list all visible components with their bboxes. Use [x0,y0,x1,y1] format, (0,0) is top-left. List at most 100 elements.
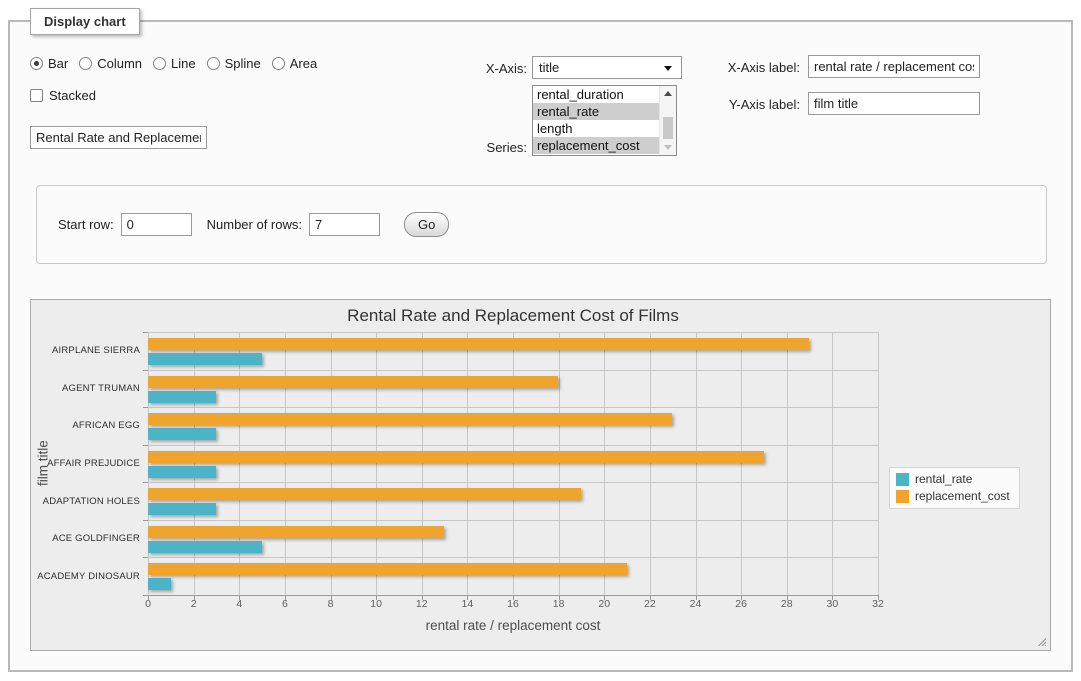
legend-swatch-replacement-cost [896,490,909,503]
bar-rental_rate[interactable] [148,541,262,553]
x-axis-select[interactable]: title [532,56,682,79]
x-tick-label: 6 [268,598,302,610]
y-tick-mark [143,520,148,521]
bar-rental_rate[interactable] [148,503,216,515]
radio-icon[interactable] [30,57,43,70]
bar-rental_rate[interactable] [148,428,216,440]
radio-icon[interactable] [79,57,92,70]
x-axis-selected-value: title [539,60,559,75]
x-tick-label: 24 [679,598,713,610]
plot-area [148,332,878,595]
stacked-checkbox-row[interactable]: Stacked [30,88,96,103]
radio-label: Column [97,56,142,71]
number-of-rows-input[interactable] [309,213,380,236]
bar-replacement_cost[interactable] [148,413,672,425]
x-tick-label: 12 [405,598,439,610]
category-label: ACE GOLDFINGER [31,520,140,558]
x-axis-title: rental rate / replacement cost [148,618,878,633]
scrollbar[interactable] [659,86,676,155]
bar-rental_rate[interactable] [148,466,216,478]
gridline [878,332,879,595]
chart-type-radio-spline[interactable]: Spline [207,56,261,71]
category-row [148,445,878,483]
x-tick-label: 14 [450,598,484,610]
bar-replacement_cost[interactable] [148,451,764,463]
x-tick-label: 20 [587,598,621,610]
y-axis-label-label: Y-Axis label: [690,97,800,112]
radio-icon[interactable] [207,57,220,70]
series-listbox[interactable]: rental_durationrental_ratelengthreplacem… [532,85,677,156]
page: Display chart BarColumnLineSplineArea St… [0,0,1081,681]
bar-rental_rate[interactable] [148,578,171,590]
category-row [148,520,878,558]
x-tick-label: 28 [770,598,804,610]
x-tick-label: 16 [496,598,530,610]
series-option-replacement_cost[interactable]: replacement_cost [533,137,659,154]
stacked-checkbox[interactable] [30,89,43,102]
start-row-input[interactable] [121,213,192,236]
y-axis-label-input[interactable] [808,92,980,115]
go-button[interactable]: Go [404,212,449,237]
chart-legend: rental_rate replacement_cost [889,467,1020,509]
x-tick-label: 4 [222,598,256,610]
legend-item-replacement-cost[interactable]: replacement_cost [896,489,1010,503]
x-tick-label: 2 [177,598,211,610]
category-row [148,332,878,370]
y-tick-mark [143,445,148,446]
radio-icon[interactable] [153,57,166,70]
chart-type-radio-column[interactable]: Column [79,56,142,71]
legend-label: rental_rate [915,472,972,486]
y-tick-mark [143,370,148,371]
category-label: ACADEMY DINOSAUR [31,557,140,595]
radio-icon[interactable] [272,57,285,70]
chevron-down-icon [664,66,672,71]
x-tick-label: 10 [359,598,393,610]
bar-rental_rate[interactable] [148,353,262,365]
radio-label: Area [290,56,317,71]
x-tick-label: 26 [724,598,758,610]
category-label: AIRPLANE SIERRA [31,332,140,370]
bar-replacement_cost[interactable] [148,376,558,388]
y-tick-mark [143,482,148,483]
resize-grip[interactable] [1035,635,1046,646]
scroll-down-icon[interactable] [660,140,676,155]
series-options: rental_durationrental_ratelengthreplacem… [533,86,659,155]
chart-type-radio-bar[interactable]: Bar [30,56,68,71]
bar-replacement_cost[interactable] [148,526,444,538]
radio-label: Spline [225,56,261,71]
legend-swatch-rental-rate [896,473,909,486]
scrollbar-thumb[interactable] [663,117,673,139]
chart-type-radio-line[interactable]: Line [153,56,196,71]
scroll-up-icon[interactable] [660,86,676,101]
chart-title-input[interactable] [30,126,207,149]
x-tick-label: 8 [314,598,348,610]
x-tick-label: 30 [815,598,849,610]
category-label: ADAPTATION HOLES [31,482,140,520]
x-tick-label: 18 [542,598,576,610]
x-tick-label: 0 [131,598,165,610]
legend-label: replacement_cost [915,489,1010,503]
category-label: AFFAIR PREJUDICE [31,445,140,483]
bar-rental_rate[interactable] [148,391,216,403]
y-tick-mark [143,557,148,558]
radio-label: Bar [48,56,68,71]
bar-replacement_cost[interactable] [148,488,581,500]
series-option-rental_duration[interactable]: rental_duration [533,86,659,103]
series-option-rental_rate[interactable]: rental_rate [533,103,659,120]
category-row [148,482,878,520]
category-row [148,407,878,445]
series-option-length[interactable]: length [533,120,659,137]
x-axis-label-label: X-Axis label: [690,60,800,75]
x-axis-label-input[interactable] [808,55,980,78]
y-tick-mark [143,595,148,596]
bar-replacement_cost[interactable] [148,338,809,350]
bar-replacement_cost[interactable] [148,563,627,575]
chart-type-radio-area[interactable]: Area [272,56,317,71]
legend-item-rental-rate[interactable]: rental_rate [896,472,1010,486]
category-row [148,557,878,595]
x-axis-select-label: X-Axis: [430,61,527,76]
category-label: AFRICAN EGG [31,407,140,445]
number-of-rows-label: Number of rows: [207,217,302,232]
stacked-label: Stacked [49,88,96,103]
series-select-label: Series: [430,140,527,155]
